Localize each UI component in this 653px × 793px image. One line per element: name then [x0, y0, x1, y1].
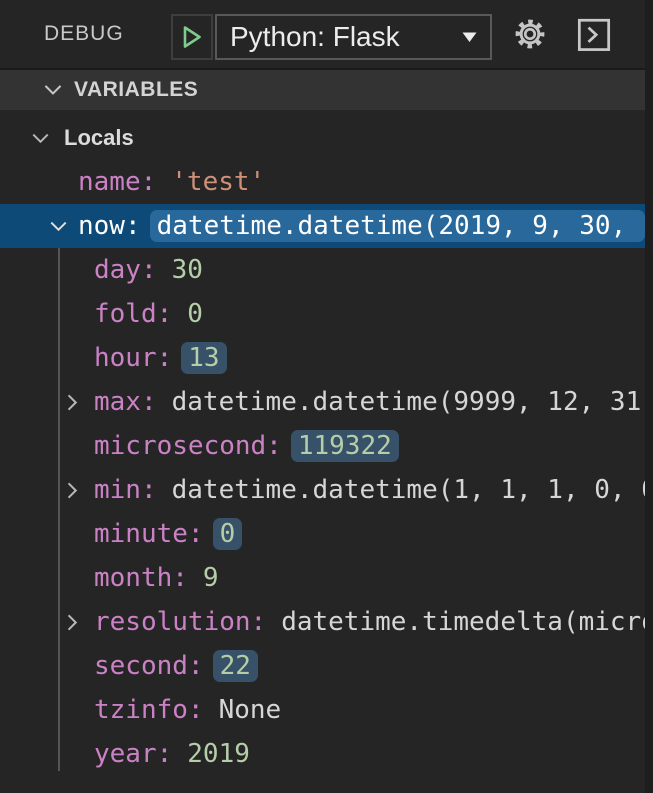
variable-value: 22: [213, 650, 258, 682]
debug-toolbar: DEBUG Python: Flask: [0, 0, 645, 70]
scope-row-locals[interactable]: Locals: [0, 116, 645, 160]
variable-name: max:: [94, 387, 157, 417]
variable-row[interactable]: resolution: datetime.timedelta(micros…: [0, 600, 645, 644]
variable-name: min:: [94, 475, 157, 505]
chevron-down-icon[interactable]: [48, 216, 78, 237]
variable-value: 0: [213, 518, 243, 550]
variables-section-header[interactable]: VARIABLES: [0, 70, 645, 110]
debug-title: DEBUG: [44, 22, 124, 46]
variable-name: second:: [94, 651, 204, 681]
variable-row[interactable]: minute: 0: [0, 512, 645, 556]
variable-name: now:: [78, 211, 141, 241]
debug-console-icon: [572, 12, 616, 56]
variable-row[interactable]: min: datetime.datetime(1, 1, 1, 0, 0): [0, 468, 645, 512]
chevron-right-icon[interactable]: [62, 612, 94, 633]
open-debug-console-button[interactable]: [572, 12, 616, 56]
variables-section-title: VARIABLES: [74, 78, 198, 102]
variable-value: 119322: [291, 430, 399, 462]
variable-row[interactable]: second: 22: [0, 644, 645, 688]
variable-row[interactable]: hour: 13: [0, 336, 645, 380]
launch-config-dropdown[interactable]: Python: Flask: [215, 14, 492, 60]
variable-row[interactable]: fold: 0: [0, 292, 645, 336]
variable-name: month:: [94, 563, 188, 593]
variable-value: 0: [187, 299, 203, 329]
variable-value: 2019: [187, 739, 250, 769]
debug-sidebar: DEBUG Python: Flask: [0, 0, 645, 793]
variable-row[interactable]: name: 'test': [0, 160, 645, 204]
chevron-right-icon[interactable]: [62, 480, 94, 501]
variable-value: 9: [203, 563, 219, 593]
variable-row[interactable]: year: 2019: [0, 732, 645, 776]
variable-value: datetime.datetime(2019, 9, 30, 13…: [150, 210, 645, 242]
variable-value: datetime.datetime(1, 1, 1, 0, 0): [172, 475, 645, 505]
variable-row[interactable]: now: datetime.datetime(2019, 9, 30, 13…: [0, 204, 645, 248]
variable-rows: name: 'test' now: datetime.datetime(2019, 9…: [0, 160, 645, 776]
variable-row[interactable]: month: 9: [0, 556, 645, 600]
gear-icon: [511, 15, 549, 53]
variable-name: minute:: [94, 519, 204, 549]
variable-name: tzinfo:: [94, 695, 204, 725]
variable-value: 30: [172, 255, 203, 285]
indent-guide: [58, 248, 60, 771]
variable-name: microsecond:: [94, 431, 282, 461]
dropdown-arrow-icon: [462, 32, 477, 43]
launch-config-label: Python: Flask: [230, 21, 400, 53]
start-debugging-button[interactable]: [171, 14, 213, 60]
variable-name: day:: [94, 255, 157, 285]
variable-value: datetime.datetime(9999, 12, 31, …: [172, 387, 645, 417]
variable-value: None: [219, 695, 282, 725]
variable-name: name:: [78, 167, 156, 197]
variable-name: fold:: [94, 299, 172, 329]
variable-name: resolution:: [94, 607, 266, 637]
chevron-down-icon[interactable]: [30, 128, 64, 149]
chevron-right-icon[interactable]: [62, 392, 94, 413]
variables-tree: Locals name: 'test' now: datetime.datetime(…: [0, 110, 645, 776]
scope-label: Locals: [64, 125, 134, 151]
variable-name: hour:: [94, 343, 172, 373]
launch-configuration-group: Python: Flask: [171, 14, 492, 60]
variable-name: year:: [94, 739, 172, 769]
variable-value: 13: [181, 342, 226, 374]
play-icon: [181, 24, 203, 50]
variable-row[interactable]: day: 30: [0, 248, 645, 292]
variable-row[interactable]: tzinfo: None: [0, 688, 645, 732]
variable-row[interactable]: max: datetime.datetime(9999, 12, 31, …: [0, 380, 645, 424]
variable-value: datetime.timedelta(micros…: [281, 607, 645, 637]
configure-button[interactable]: [510, 14, 550, 54]
variable-value: 'test': [171, 167, 265, 197]
variable-row[interactable]: microsecond: 119322: [0, 424, 645, 468]
chevron-down-icon: [42, 79, 64, 101]
